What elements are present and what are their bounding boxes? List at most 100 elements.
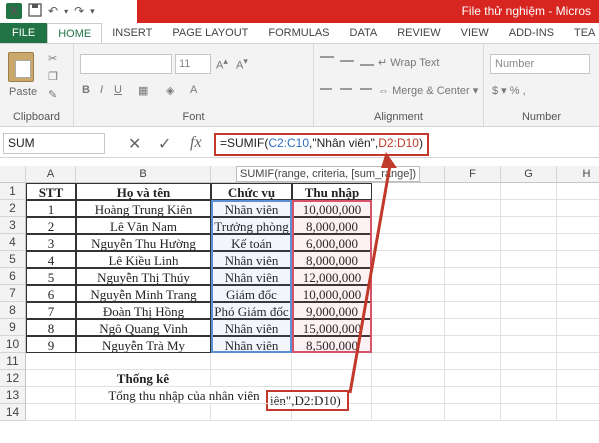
- cell-b12[interactable]: Thống kê: [76, 370, 211, 387]
- cell-g3[interactable]: [501, 217, 557, 234]
- cell-d12[interactable]: [292, 370, 372, 387]
- cell-d8[interactable]: 9,000,000: [292, 302, 372, 319]
- cell-b10[interactable]: Nguyễn Trà My: [76, 336, 211, 353]
- tab-review[interactable]: REVIEW: [387, 23, 450, 43]
- fill-color-icon[interactable]: ◈: [166, 84, 174, 97]
- font-size-select[interactable]: 11: [175, 54, 211, 74]
- column-header-f[interactable]: F: [445, 166, 501, 183]
- cell-d6[interactable]: 12,000,000: [292, 268, 372, 285]
- cell-f10[interactable]: [445, 336, 501, 353]
- cell-a6[interactable]: 5: [26, 268, 76, 285]
- cell-g13[interactable]: [501, 387, 557, 404]
- row-header-6[interactable]: 6: [0, 268, 26, 285]
- cell-a14[interactable]: [26, 404, 76, 421]
- cut-icon[interactable]: ✂: [48, 52, 62, 65]
- cell-a5[interactable]: 4: [26, 251, 76, 268]
- row-header-1[interactable]: 1: [0, 183, 26, 200]
- tab-file[interactable]: FILE: [0, 23, 48, 43]
- cell-f3[interactable]: [445, 217, 501, 234]
- italic-icon[interactable]: I: [100, 84, 103, 96]
- save-icon[interactable]: [28, 2, 42, 20]
- cell-e1[interactable]: [372, 183, 445, 200]
- wrap-text-button[interactable]: ↵ Wrap Text: [378, 56, 439, 69]
- cell-h10[interactable]: [557, 336, 599, 353]
- name-box[interactable]: SUM: [3, 133, 105, 154]
- cell-d5[interactable]: 8,000,000: [292, 251, 372, 268]
- row-header-3[interactable]: 3: [0, 217, 26, 234]
- cell-g6[interactable]: [501, 268, 557, 285]
- cell-h7[interactable]: [557, 285, 599, 302]
- cell-e2[interactable]: [372, 200, 445, 217]
- cell-c1[interactable]: Chức vụ: [211, 183, 292, 200]
- row-header-13[interactable]: 13: [0, 387, 26, 404]
- cell-b11[interactable]: [76, 353, 211, 370]
- cell-f9[interactable]: [445, 319, 501, 336]
- cell-e14[interactable]: [372, 404, 445, 421]
- borders-icon[interactable]: ▦: [138, 84, 148, 97]
- row-header-9[interactable]: 9: [0, 319, 26, 336]
- column-header-b[interactable]: B: [76, 166, 211, 183]
- cell-g1[interactable]: [501, 183, 557, 200]
- cell-c12[interactable]: [211, 370, 292, 387]
- cell-a9[interactable]: 8: [26, 319, 76, 336]
- cell-g14[interactable]: [501, 404, 557, 421]
- cell-e3[interactable]: [372, 217, 445, 234]
- paste-button-label[interactable]: Paste: [9, 86, 37, 98]
- cell-d7[interactable]: 10,000,000: [292, 285, 372, 302]
- cell-e13[interactable]: [372, 387, 445, 404]
- row-header-5[interactable]: 5: [0, 251, 26, 268]
- align-bottom-icon[interactable]: [360, 64, 374, 66]
- cell-e9[interactable]: [372, 319, 445, 336]
- cell-f2[interactable]: [445, 200, 501, 217]
- cell-f8[interactable]: [445, 302, 501, 319]
- align-left-icon[interactable]: [320, 88, 332, 90]
- cell-d4[interactable]: 6,000,000: [292, 234, 372, 251]
- tab-insert[interactable]: INSERT: [102, 23, 162, 43]
- cell-h13[interactable]: [557, 387, 599, 404]
- copy-icon[interactable]: ❐: [48, 70, 62, 83]
- cell-b4[interactable]: Nguyễn Thu Hường: [76, 234, 211, 251]
- cell-a1[interactable]: STT: [26, 183, 76, 200]
- cell-h11[interactable]: [557, 353, 599, 370]
- align-center-icon[interactable]: [340, 88, 352, 90]
- cell-b13[interactable]: Tổng thu nhập của nhân viên: [76, 387, 292, 404]
- cell-c3[interactable]: Trưởng phòng: [211, 217, 292, 234]
- cell-h4[interactable]: [557, 234, 599, 251]
- cell-c8[interactable]: Phó Giám đốc: [211, 302, 292, 319]
- cell-e10[interactable]: [372, 336, 445, 353]
- cell-e12[interactable]: [372, 370, 445, 387]
- cell-b6[interactable]: Nguyễn Thị Thúy: [76, 268, 211, 285]
- cell-h12[interactable]: [557, 370, 599, 387]
- cell-b2[interactable]: Hoàng Trung Kiên: [76, 200, 211, 217]
- row-header-7[interactable]: 7: [0, 285, 26, 302]
- redo-icon[interactable]: ↷: [74, 4, 84, 18]
- bold-icon[interactable]: B: [82, 84, 90, 96]
- cell-f13[interactable]: [445, 387, 501, 404]
- paste-icon[interactable]: [8, 52, 34, 82]
- cell-g8[interactable]: [501, 302, 557, 319]
- cell-g2[interactable]: [501, 200, 557, 217]
- row-header-12[interactable]: 12: [0, 370, 26, 387]
- cell-d3[interactable]: 8,000,000: [292, 217, 372, 234]
- row-header-11[interactable]: 11: [0, 353, 26, 370]
- undo-icon[interactable]: ↶: [48, 4, 58, 18]
- cell-g7[interactable]: [501, 285, 557, 302]
- align-right-icon[interactable]: [360, 88, 372, 90]
- tab-team[interactable]: TEA: [564, 23, 599, 43]
- cell-g4[interactable]: [501, 234, 557, 251]
- cell-a2[interactable]: 1: [26, 200, 76, 217]
- cell-a10[interactable]: 9: [26, 336, 76, 353]
- cell-e4[interactable]: [372, 234, 445, 251]
- tab-page-layout[interactable]: PAGE LAYOUT: [162, 23, 258, 43]
- cell-g12[interactable]: [501, 370, 557, 387]
- column-header-g[interactable]: G: [501, 166, 557, 183]
- underline-icon[interactable]: U: [114, 84, 122, 96]
- font-name-select[interactable]: [80, 54, 172, 74]
- cell-a8[interactable]: 7: [26, 302, 76, 319]
- cell-f4[interactable]: [445, 234, 501, 251]
- cell-g11[interactable]: [501, 353, 557, 370]
- cell-f14[interactable]: [445, 404, 501, 421]
- cell-c11[interactable]: [211, 353, 292, 370]
- cell-g9[interactable]: [501, 319, 557, 336]
- cell-h14[interactable]: [557, 404, 599, 421]
